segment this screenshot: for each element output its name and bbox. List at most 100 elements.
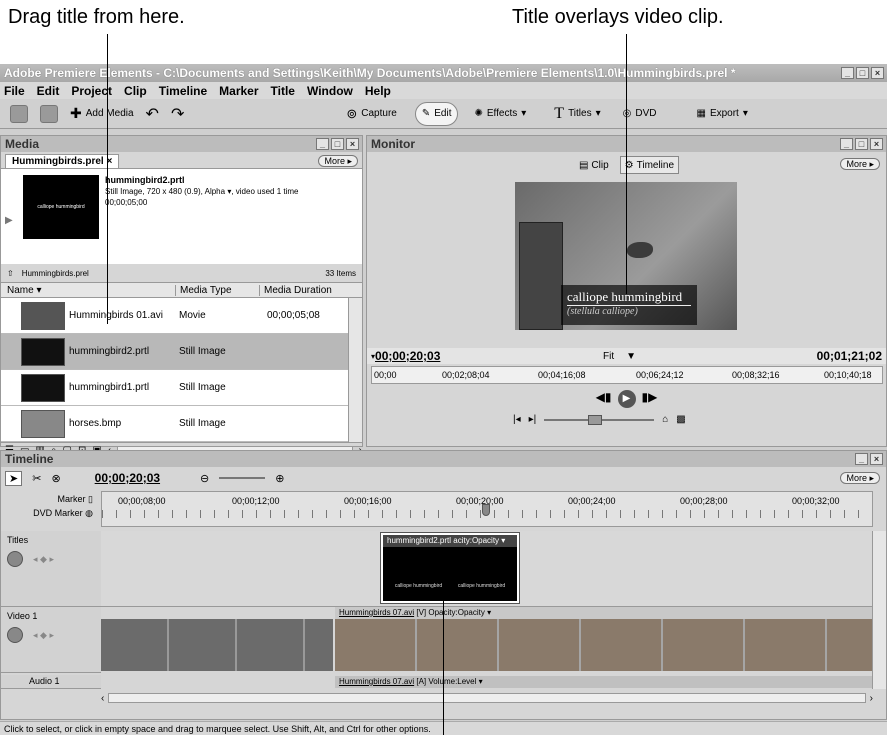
- menu-timeline[interactable]: Timeline: [159, 84, 207, 98]
- zoom-out-icon[interactable]: ⊖: [200, 472, 209, 485]
- timeline-timecode[interactable]: 00;00;20;03: [95, 471, 160, 485]
- more-label: More: [846, 473, 867, 483]
- current-timecode[interactable]: 00;00;20;03: [375, 349, 603, 363]
- item-name: hummingbird2.prtl: [69, 346, 150, 357]
- audio-clip[interactable]: Hummingbirds 07.avi [A] Volume:Level ▾: [335, 676, 873, 688]
- chevron-down-icon[interactable]: ▼: [626, 351, 636, 362]
- undo-button[interactable]: ↶: [140, 102, 165, 126]
- more-button[interactable]: More ▸: [840, 472, 880, 484]
- more-button[interactable]: More ▸: [840, 158, 880, 170]
- play-thumb-icon[interactable]: ▶: [5, 175, 23, 258]
- clip-view-button[interactable]: ▤ Clip: [574, 156, 614, 174]
- more-button[interactable]: More ▸: [318, 155, 358, 167]
- link-tool-icon[interactable]: ⊗: [51, 472, 60, 485]
- track-name: Video 1: [7, 611, 38, 621]
- capture-button[interactable]: ⊚ Capture: [340, 102, 402, 126]
- list-item[interactable]: hummingbird2.prtl Still Image: [1, 334, 362, 370]
- step-forward-icon[interactable]: ▮▶: [642, 390, 658, 408]
- close-button[interactable]: ×: [871, 67, 884, 79]
- timeline-view-button[interactable]: ⚙ Timeline: [619, 156, 680, 174]
- undo-icon: ↶: [145, 105, 159, 123]
- monitor-panel-title: Monitor: [371, 137, 415, 151]
- zoom-slider[interactable]: [219, 477, 266, 479]
- go-to-out-icon[interactable]: ▸|: [529, 414, 537, 425]
- menu-window[interactable]: Window: [307, 84, 353, 98]
- menu-clip[interactable]: Clip: [124, 84, 147, 98]
- shuttle-slider[interactable]: [544, 414, 655, 425]
- razor-tool-icon[interactable]: ✂: [32, 472, 41, 485]
- panel-maximize[interactable]: □: [331, 138, 344, 150]
- playhead[interactable]: [482, 504, 490, 516]
- add-media-button[interactable]: ✚ Add Media: [64, 102, 140, 126]
- menu-marker[interactable]: Marker: [219, 84, 258, 98]
- edit-button[interactable]: ✎ Edit: [414, 101, 459, 126]
- item-type: Still Image: [179, 418, 226, 429]
- panel-close[interactable]: ×: [346, 138, 359, 150]
- video-clip[interactable]: Hummingbirds 07.avi [V] Opacity:Opacity …: [335, 607, 873, 671]
- dvd-button[interactable]: ◎DVD: [617, 102, 663, 126]
- titles-label: Titles: [568, 108, 592, 119]
- list-item[interactable]: hummingbird1.prtl Still Image: [1, 370, 362, 406]
- tab-hummingbirds[interactable]: Hummingbirds.prel ×: [5, 154, 120, 168]
- menu-help[interactable]: Help: [365, 84, 391, 98]
- media-panel-title: Media: [5, 137, 40, 151]
- panel-minimize[interactable]: _: [316, 138, 329, 150]
- minimize-button[interactable]: _: [841, 67, 854, 79]
- menu-title[interactable]: Title: [271, 84, 295, 98]
- panel-maximize[interactable]: □: [855, 138, 868, 150]
- safe-margin-icon[interactable]: ▩: [676, 414, 685, 425]
- keyframe-nav-icon[interactable]: ◂ ◆ ▸: [33, 630, 54, 641]
- timeline-hscrollbar[interactable]: [108, 693, 866, 703]
- timeline-vscrollbar[interactable]: [872, 531, 886, 689]
- panel-minimize[interactable]: _: [855, 453, 868, 465]
- dvd-marker-icon[interactable]: ◍: [85, 508, 93, 518]
- menu-edit[interactable]: Edit: [37, 84, 60, 98]
- folder-up-icon[interactable]: ⇧: [7, 269, 14, 278]
- selection-tool-icon[interactable]: ➤: [5, 470, 23, 486]
- save-button[interactable]: [34, 102, 64, 126]
- track-eye-icon[interactable]: [7, 627, 23, 643]
- monitor-ruler[interactable]: 00;00 00;02;08;04 00;04;16;08 00;06;24;1…: [371, 366, 883, 384]
- keyframe-nav-icon[interactable]: ◂ ◆ ▸: [33, 554, 54, 565]
- video-clip-a[interactable]: [101, 619, 333, 671]
- column-media-type[interactable]: Media Type: [175, 284, 259, 296]
- preview-duration: 00;00;05;00: [105, 198, 148, 207]
- redo-button[interactable]: ↷: [165, 102, 190, 126]
- effects-button[interactable]: ✺ Effects ▾: [468, 102, 532, 126]
- step-back-icon[interactable]: ◀▮: [596, 390, 612, 408]
- zoom-in-icon[interactable]: ⊕: [275, 472, 284, 485]
- maximize-button[interactable]: □: [856, 67, 869, 79]
- play-button[interactable]: ▶: [617, 390, 636, 408]
- duration-timecode: 00;01;21;02: [816, 349, 882, 363]
- ruler-label: 00;00;24;00: [568, 496, 616, 506]
- list-item[interactable]: horses.bmp Still Image: [1, 406, 362, 442]
- list-item[interactable]: Hummingbirds 01.avi Movie 00;00;05;08: [1, 298, 362, 334]
- menu-file[interactable]: File: [4, 84, 25, 98]
- panel-minimize[interactable]: _: [840, 138, 853, 150]
- title-clip[interactable]: hummingbird2.prtl acity:Opacity ▾ callio…: [380, 532, 520, 604]
- track-eye-icon[interactable]: [7, 551, 23, 567]
- list-scrollbar[interactable]: [348, 298, 362, 442]
- split-clip-icon[interactable]: ⌂: [662, 414, 668, 425]
- title-clip-thumbnail-text: calliope hummingbird calliope hummingbir…: [387, 583, 513, 589]
- panel-close[interactable]: ×: [870, 453, 883, 465]
- zoom-select[interactable]: Fit: [603, 351, 614, 362]
- column-name[interactable]: Name ▾: [1, 285, 175, 296]
- edit-icon: ✎: [421, 108, 431, 119]
- export-button[interactable]: ▦ Export ▾: [690, 102, 753, 126]
- go-to-in-icon[interactable]: |◂: [513, 414, 521, 425]
- titles-button[interactable]: T Titles ▾: [548, 102, 606, 126]
- titles-track-header: Titles ◂ ◆ ▸: [1, 531, 101, 607]
- menu-bar: File Edit Project Clip Timeline Marker T…: [0, 82, 887, 99]
- scroll-right-icon[interactable]: ›: [870, 693, 873, 704]
- menu-project[interactable]: Project: [71, 84, 112, 98]
- marker-icon[interactable]: ▯: [88, 494, 93, 504]
- scroll-left-icon[interactable]: ‹: [101, 693, 104, 704]
- open-project-button[interactable]: [4, 102, 34, 126]
- timeline-ruler[interactable]: 00;00;08;00 00;00;12;00 00;00;16;00 00;0…: [101, 491, 873, 527]
- item-type: Still Image: [179, 382, 226, 393]
- window-titlebar: Adobe Premiere Elements - C:\Documents a…: [0, 64, 887, 82]
- column-media-duration[interactable]: Media Duration: [259, 284, 343, 296]
- panel-close[interactable]: ×: [870, 138, 883, 150]
- capture-label: Capture: [361, 108, 397, 119]
